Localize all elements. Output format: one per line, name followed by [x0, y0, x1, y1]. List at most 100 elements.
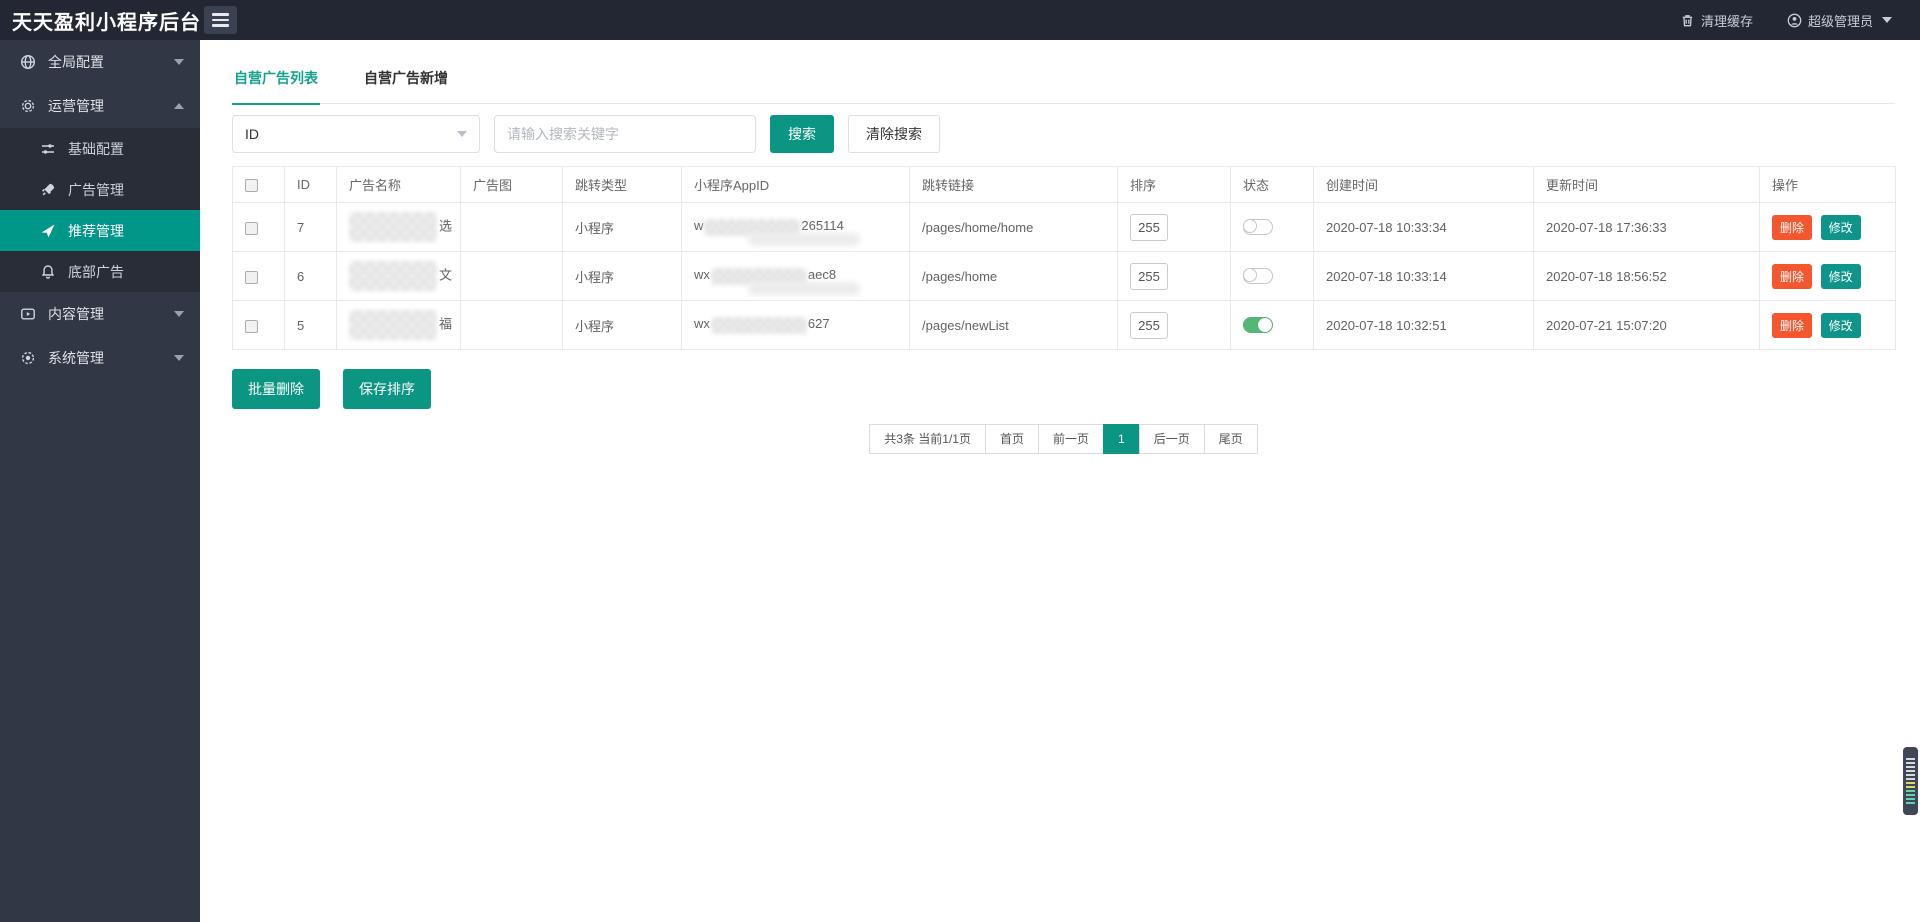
col-created: 创建时间 — [1314, 167, 1534, 203]
cell-appid: wxaec8 — [682, 252, 910, 301]
cell-appid: w265114 — [682, 203, 910, 252]
row-checkbox[interactable] — [245, 222, 258, 235]
sliders-icon — [40, 141, 56, 157]
sort-input[interactable] — [1130, 263, 1168, 290]
user-icon — [1787, 13, 1802, 28]
status-toggle[interactable] — [1243, 268, 1273, 284]
gear-icon — [20, 98, 36, 114]
edit-button[interactable]: 修改 — [1821, 215, 1861, 240]
col-status: 状态 — [1231, 167, 1314, 203]
sidebar-item-operations[interactable]: 运营管理 — [0, 84, 200, 128]
censored-blur — [349, 261, 437, 291]
cell-updated: 2020-07-21 15:07:20 — [1534, 301, 1760, 350]
ads-table: ID 广告名称 广告图 跳转类型 小程序AppID 跳转链接 排序 状态 创建时… — [232, 166, 1896, 350]
row-checkbox[interactable] — [245, 320, 258, 333]
pagination-prev[interactable]: 前一页 — [1038, 424, 1104, 454]
sidebar-item-content-management[interactable]: 内容管理 — [0, 292, 200, 336]
admin-menu[interactable]: 超级管理员 — [1787, 11, 1892, 30]
cell-updated: 2020-07-18 17:36:33 — [1534, 203, 1760, 252]
cell-jump-link: /pages/newList — [910, 301, 1118, 350]
app-window: 天天盈利小程序后台 清理缓存 超级管理员 — [0, 0, 1920, 922]
cell-created: 2020-07-18 10:32:51 — [1314, 301, 1534, 350]
sidebar: 全局配置 运营管理 基础配置 — [0, 40, 200, 922]
status-toggle[interactable] — [1243, 219, 1273, 235]
cell-jump-type: 小程序 — [563, 252, 682, 301]
clear-cache-button[interactable]: 清理缓存 — [1680, 11, 1753, 30]
cell-ad-name: 文 — [337, 252, 461, 301]
col-updated: 更新时间 — [1534, 167, 1760, 203]
search-toolbar: ID 搜索 清除搜索 — [232, 115, 1895, 153]
chevron-down-icon — [174, 355, 184, 361]
admin-label: 超级管理员 — [1808, 11, 1873, 30]
edit-button[interactable]: 修改 — [1821, 264, 1861, 289]
censored-blur — [711, 268, 807, 285]
delete-button[interactable]: 删除 — [1772, 313, 1812, 338]
pagination-last[interactable]: 尾页 — [1204, 424, 1258, 454]
row-checkbox[interactable] — [245, 271, 258, 284]
search-input[interactable] — [494, 115, 756, 153]
cell-ad-image — [461, 203, 563, 252]
sidebar-item-label: 基础配置 — [68, 139, 184, 159]
tab-ad-list[interactable]: 自营广告列表 — [232, 60, 320, 104]
col-ad-image: 广告图 — [461, 167, 563, 203]
sidebar-item-system-management[interactable]: 系统管理 — [0, 336, 200, 380]
col-jump-type: 跳转类型 — [563, 167, 682, 203]
sidebar-item-label: 内容管理 — [48, 304, 162, 324]
sidebar-item-bottom-ad[interactable]: 底部广告 — [0, 251, 200, 292]
col-jump-link: 跳转链接 — [910, 167, 1118, 203]
table-header-row: ID 广告名称 广告图 跳转类型 小程序AppID 跳转链接 排序 状态 创建时… — [233, 167, 1896, 203]
select-all-checkbox[interactable] — [245, 179, 258, 192]
sidebar-item-ad-management[interactable]: 广告管理 — [0, 169, 200, 210]
app-title: 天天盈利小程序后台 — [0, 6, 200, 35]
batch-delete-button[interactable]: 批量删除 — [232, 369, 320, 409]
rocket-icon — [40, 182, 56, 198]
censored-blur — [349, 310, 437, 340]
pagination-first[interactable]: 首页 — [985, 424, 1039, 454]
save-sort-button[interactable]: 保存排序 — [343, 369, 431, 409]
clear-search-button[interactable]: 清除搜索 — [848, 115, 940, 153]
cell-updated: 2020-07-18 18:56:52 — [1534, 252, 1760, 301]
screenshot-tool-marker[interactable] — [1903, 747, 1918, 815]
chevron-down-icon — [174, 59, 184, 65]
censored-blur — [704, 219, 800, 236]
sidebar-item-global-config[interactable]: 全局配置 — [0, 40, 200, 84]
col-sort: 排序 — [1118, 167, 1231, 203]
cell-id: 5 — [285, 301, 337, 350]
pagination: 共3条 当前1/1页 首页 前一页 1 后一页 尾页 — [232, 424, 1895, 454]
caret-down-icon — [1882, 17, 1892, 23]
video-icon — [20, 306, 36, 322]
sort-input[interactable] — [1130, 214, 1168, 241]
table-row: 6 文 小程序 wxaec8 /pages/home 2020-07-18 10… — [233, 252, 1896, 301]
col-id: ID — [285, 167, 337, 203]
cell-jump-type: 小程序 — [563, 301, 682, 350]
sidebar-item-label: 全局配置 — [48, 52, 162, 72]
delete-button[interactable]: 删除 — [1772, 215, 1812, 240]
sidebar-toggle-button[interactable] — [204, 6, 237, 34]
top-header: 天天盈利小程序后台 清理缓存 超级管理员 — [0, 0, 1920, 40]
search-field-select[interactable]: ID — [232, 115, 480, 153]
sidebar-item-label: 运营管理 — [48, 96, 162, 116]
sort-input[interactable] — [1130, 312, 1168, 339]
status-toggle[interactable] — [1243, 317, 1273, 333]
sidebar-item-basic-config[interactable]: 基础配置 — [0, 128, 200, 169]
cell-created: 2020-07-18 10:33:34 — [1314, 203, 1534, 252]
tab-bar: 自营广告列表 自营广告新增 — [232, 60, 1895, 104]
globe-icon — [20, 54, 36, 70]
col-actions: 操作 — [1760, 167, 1896, 203]
sidebar-item-recommend-management[interactable]: 推荐管理 — [0, 210, 200, 251]
search-field-value: ID — [245, 126, 259, 142]
pagination-page-1[interactable]: 1 — [1103, 424, 1140, 454]
delete-button[interactable]: 删除 — [1772, 264, 1812, 289]
cell-jump-link: /pages/home — [910, 252, 1118, 301]
tab-ad-new[interactable]: 自营广告新增 — [362, 60, 450, 104]
pagination-next[interactable]: 后一页 — [1139, 424, 1205, 454]
pagination-summary: 共3条 当前1/1页 — [869, 424, 986, 454]
search-button[interactable]: 搜索 — [770, 115, 834, 153]
bell-icon — [40, 264, 56, 280]
table-row: 7 选 小程序 w265114 /pages/home/home 2020-07… — [233, 203, 1896, 252]
cell-ad-image — [461, 252, 563, 301]
edit-button[interactable]: 修改 — [1821, 313, 1861, 338]
operations-submenu: 基础配置 广告管理 推荐管理 底部广告 — [0, 128, 200, 292]
sidebar-item-label: 推荐管理 — [68, 221, 184, 241]
table-row: 5 福 小程序 wx627 /pages/newList 2020-07-18 … — [233, 301, 1896, 350]
